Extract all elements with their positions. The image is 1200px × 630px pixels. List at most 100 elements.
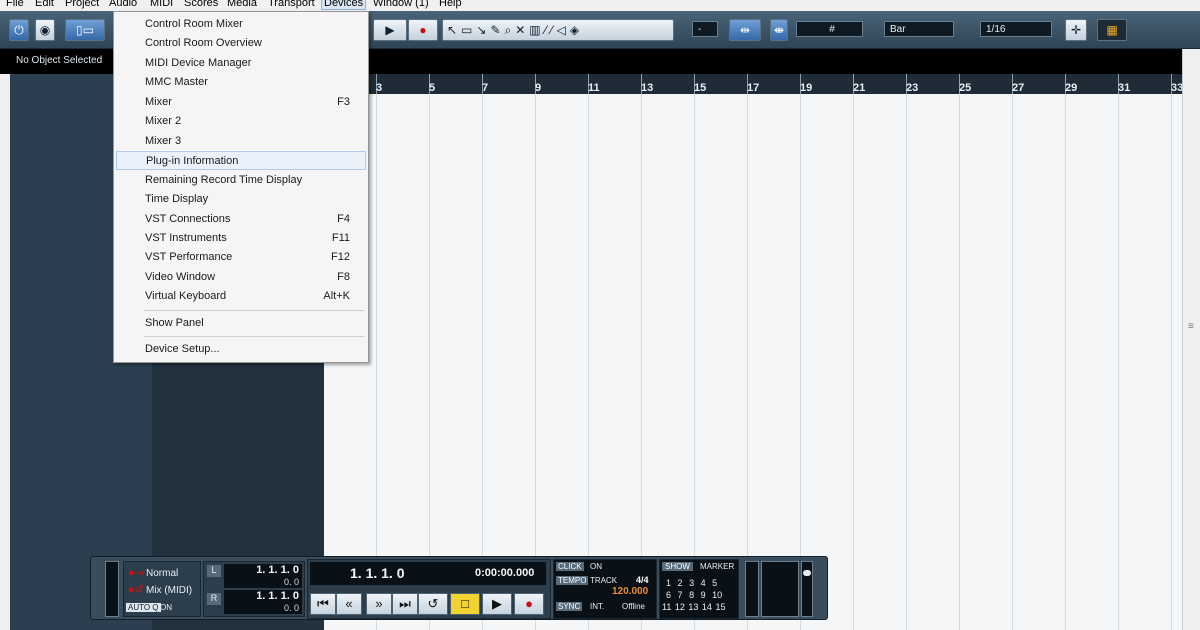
grid-type-select[interactable]: Bar — [884, 21, 954, 37]
color-select-button[interactable]: ▦ — [1097, 19, 1127, 41]
show-markers-button[interactable]: SHOW — [662, 562, 693, 571]
menu-item-mmc-master[interactable]: MMC Master — [116, 73, 366, 92]
menu-item-shortcut: F12 — [331, 251, 350, 263]
menu-item-video-window[interactable]: Video Window F8 — [116, 268, 366, 287]
auto-quantize-button[interactable]: AUTO Q — [126, 603, 161, 612]
right-locator-display[interactable]: 1. 1. 1. 0 0. 0 — [224, 590, 302, 614]
marker-row-1[interactable]: 1 2 3 4 5 — [666, 578, 717, 588]
left-locator-display[interactable]: 1. 1. 1. 0 0. 0 — [224, 564, 302, 588]
position-display[interactable]: 1. 1. 1. 0 0:00:00.000 — [310, 562, 546, 585]
marker-1[interactable]: 1 — [666, 578, 671, 588]
forward-button[interactable]: » — [366, 593, 392, 615]
ruler-bar-label: 25 — [959, 82, 972, 94]
menu-item-mixer-3[interactable]: Mixer 3 — [116, 132, 366, 151]
devices-menu: Control Room Mixer Control Room Overview… — [113, 11, 369, 363]
ruler-bar-label: 21 — [853, 82, 866, 94]
menu-midi[interactable]: MIDI — [150, 0, 173, 9]
play-button-toolbar[interactable]: ▶ — [373, 19, 407, 41]
sync-button[interactable]: SYNC — [556, 602, 583, 611]
tempo-value[interactable]: 120.000 — [612, 586, 648, 597]
quantize-preset-button[interactable]: ✛ — [1065, 19, 1087, 41]
marker-7[interactable]: 7 — [678, 590, 683, 600]
marker-4[interactable]: 4 — [701, 578, 706, 588]
marker-12[interactable]: 12 — [675, 602, 685, 612]
menu-scores[interactable]: Scores — [184, 0, 218, 9]
marker-14[interactable]: 14 — [702, 602, 712, 612]
menu-item-mixer-2[interactable]: Mixer 2 — [116, 112, 366, 131]
menu-item-time-display[interactable]: Time Display — [116, 190, 366, 209]
menu-item-show-panel[interactable]: Show Panel — [116, 314, 366, 333]
marker-9[interactable]: 9 — [701, 590, 706, 600]
go-to-end-button[interactable]: ⏭ — [392, 593, 418, 615]
marker-6[interactable]: 6 — [666, 590, 671, 600]
menu-item-plugin-information[interactable]: Plug-in Information — [116, 151, 366, 170]
cycle-mode-mix[interactable]: Mix (MIDI) — [146, 585, 192, 596]
marker-5[interactable]: 5 — [712, 578, 717, 588]
menu-window[interactable]: Window (1) — [373, 0, 429, 9]
event-display[interactable] — [324, 94, 1182, 630]
fader-handle[interactable] — [803, 570, 811, 576]
menu-item-label: MMC Master — [145, 76, 208, 88]
marker-8[interactable]: 8 — [689, 590, 694, 600]
marker-10[interactable]: 10 — [712, 590, 722, 600]
menu-help[interactable]: Help — [439, 0, 462, 9]
grid-line — [376, 94, 377, 630]
go-to-start-button[interactable]: ⏮ — [310, 593, 336, 615]
play-icon: ▶ — [492, 596, 502, 611]
snap-toggle-button[interactable]: ⇼ — [770, 19, 788, 41]
marker-row-2[interactable]: 6 7 8 9 10 — [666, 590, 722, 600]
marker-15[interactable]: 15 — [715, 602, 725, 612]
stop-button[interactable]: □ — [450, 593, 480, 615]
master-fader[interactable] — [801, 561, 813, 617]
menu-devices[interactable]: Devices — [321, 0, 367, 10]
bar-ruler[interactable]: 3 5 7 9 11 13 15 17 19 21 23 25 27 29 31… — [324, 74, 1182, 94]
menu-item-vst-performance[interactable]: VST Performance F12 — [116, 248, 366, 267]
tempo-button[interactable]: TEMPO — [556, 576, 589, 585]
rewind-button[interactable]: « — [336, 593, 362, 615]
menu-project[interactable]: Project — [65, 0, 99, 9]
marker-2[interactable]: 2 — [678, 578, 683, 588]
record-mode-normal[interactable]: Normal — [146, 568, 178, 579]
menu-edit[interactable]: Edit — [35, 0, 54, 9]
marker-13[interactable]: 13 — [688, 602, 698, 612]
tool-buttons[interactable]: ↖▭↘✎⌕✕▥⁄⁄◁◈ — [442, 19, 674, 41]
record-button-toolbar[interactable]: ● — [408, 19, 438, 41]
menu-media[interactable]: Media — [227, 0, 257, 9]
vertical-scrollbar[interactable]: ≡ — [1182, 49, 1200, 630]
menu-item-control-room-overview[interactable]: Control Room Overview — [116, 34, 366, 53]
play-button[interactable]: ▶ — [482, 593, 512, 615]
menu-item-remaining-record-time[interactable]: Remaining Record Time Display — [116, 171, 366, 190]
marker-11[interactable]: 11 — [662, 602, 671, 612]
grid-line — [1065, 94, 1066, 630]
click-button[interactable]: CLICK — [556, 562, 584, 571]
fast-forward-icon: » — [375, 596, 383, 611]
menu-audio[interactable]: Audio — [109, 0, 137, 9]
menu-file[interactable]: File — [6, 0, 24, 9]
menu-transport[interactable]: Transport — [268, 0, 315, 9]
menu-item-midi-device-manager[interactable]: MIDI Device Manager — [116, 54, 366, 73]
rewind-icon: « — [345, 596, 353, 611]
menu-item-virtual-keyboard[interactable]: Virtual Keyboard Alt+K — [116, 287, 366, 306]
cycle-button[interactable]: ↺ — [418, 593, 448, 615]
marker-3[interactable]: 3 — [689, 578, 694, 588]
left-locator-button[interactable]: L — [207, 565, 221, 577]
time-signature[interactable]: 4/4 — [636, 575, 649, 585]
snap-mode-button[interactable]: ⇹ — [729, 19, 761, 41]
quantize-select[interactable]: 1/16 — [980, 21, 1052, 37]
menu-item-label: MIDI Device Manager — [145, 57, 252, 69]
activate-project-button[interactable]: ⏻ — [9, 19, 29, 41]
cycle-icon: ↺ — [427, 596, 439, 611]
marker-row-3[interactable]: 11 12 13 14 15 — [662, 602, 725, 612]
menu-item-vst-connections[interactable]: VST Connections F4 — [116, 210, 366, 229]
menu-item-vst-instruments[interactable]: VST Instruments F11 — [116, 229, 366, 248]
grid-line — [906, 94, 907, 630]
show-inspector-button[interactable]: ▯▭ — [65, 19, 105, 41]
auto-scroll-field[interactable]: - — [692, 21, 718, 37]
right-locator-button[interactable]: R — [207, 593, 221, 605]
menu-item-device-setup[interactable]: Device Setup... — [116, 340, 366, 359]
menu-item-control-room-mixer[interactable]: Control Room Mixer — [116, 15, 366, 34]
menu-item-mixer[interactable]: Mixer F3 — [116, 93, 366, 112]
record-button[interactable]: ● — [514, 593, 544, 615]
grid-mode-select[interactable]: # — [796, 21, 863, 37]
constrain-delay-button[interactable]: ◉ — [35, 19, 55, 41]
